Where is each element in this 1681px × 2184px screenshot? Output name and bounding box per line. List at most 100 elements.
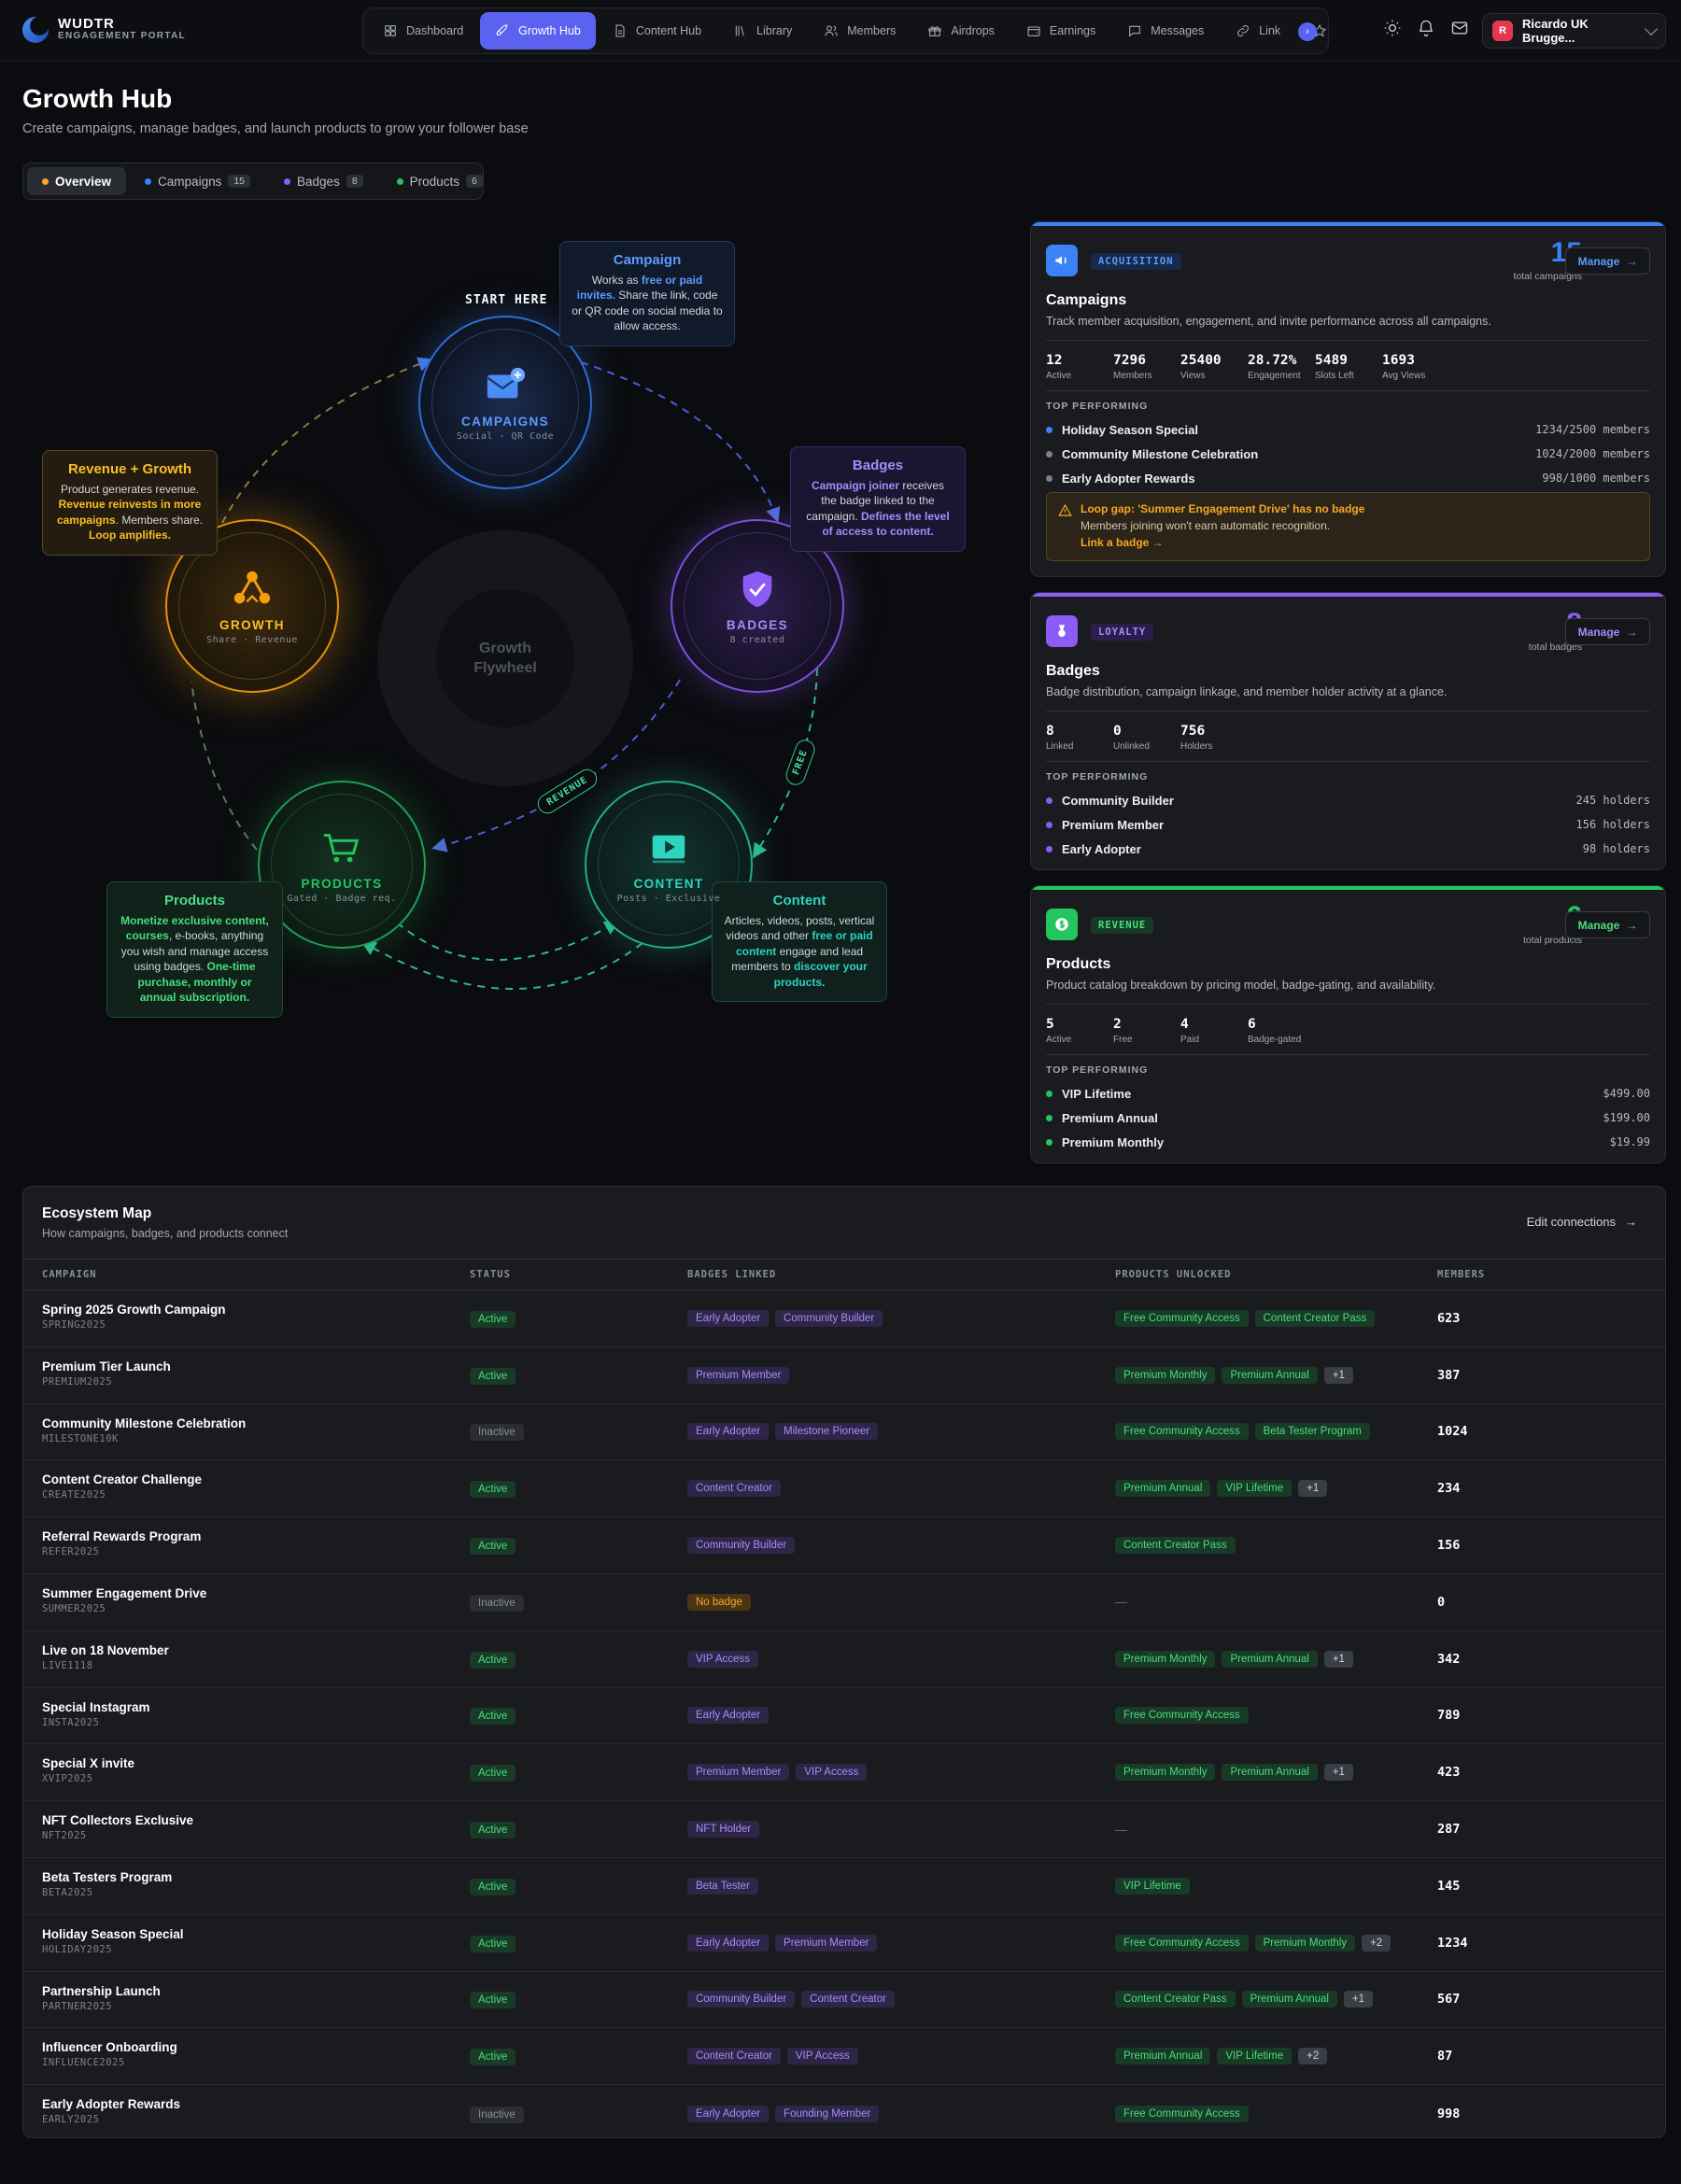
product-chip[interactable]: Premium Monthly xyxy=(1115,1650,1216,1668)
brand-logo[interactable]: WUDTR ENGAGEMENT PORTAL xyxy=(22,17,186,43)
no-badge-chip[interactable]: No badge xyxy=(687,1593,751,1611)
tab-campaigns[interactable]: Campaigns 15 xyxy=(130,167,265,195)
list-item[interactable]: Holiday Season Special 1234/2500 members xyxy=(1046,417,1650,442)
product-chip[interactable]: Premium Annual xyxy=(1241,1991,1337,2008)
product-chip[interactable]: Premium Monthly xyxy=(1115,1764,1216,1782)
badge-chip[interactable]: VIP Access xyxy=(786,2048,858,2065)
product-chip[interactable]: VIP Lifetime xyxy=(1217,1480,1293,1498)
badge-chip[interactable]: Early Adopter xyxy=(687,1934,770,1952)
tab-products[interactable]: Products 6 xyxy=(382,167,498,195)
product-chip[interactable]: Premium Monthly xyxy=(1254,1934,1356,1952)
product-chip[interactable]: Content Creator Pass xyxy=(1115,1537,1236,1555)
table-row[interactable]: Premium Tier Launch PREMIUM2025 Active Prem… xyxy=(23,1347,1665,1404)
manage-products-button[interactable]: Manage → xyxy=(1565,911,1650,938)
product-chip[interactable]: Premium Monthly xyxy=(1115,1366,1216,1384)
badge-chip[interactable]: Premium Member xyxy=(775,1934,878,1952)
nav-growth-hub[interactable]: Growth Hub xyxy=(480,12,596,49)
bell-icon[interactable] xyxy=(1417,19,1435,37)
table-row[interactable]: Partnership Launch PARTNER2025 Active Commu… xyxy=(23,1972,1665,2029)
table-row[interactable]: Content Creator Challenge CREATE2025 Activ… xyxy=(23,1460,1665,1518)
more-products-chip[interactable]: +2 xyxy=(1362,1934,1391,1952)
more-products-chip[interactable]: +1 xyxy=(1343,1991,1374,2008)
product-chip[interactable]: Free Community Access xyxy=(1115,2105,1249,2122)
product-chip[interactable]: Premium Annual xyxy=(1115,2048,1211,2065)
badge-chip[interactable]: Beta Tester xyxy=(687,1877,758,1895)
product-chip[interactable]: VIP Lifetime xyxy=(1217,2048,1293,2065)
nav-airdrops[interactable]: Airdrops xyxy=(912,12,1010,49)
table-row[interactable]: Beta Testers Program BETA2025 Active Beta T… xyxy=(23,1858,1665,1915)
badge-chip[interactable]: Early Adopter xyxy=(687,2105,770,2122)
table-row[interactable]: Special X invite XVIP2025 Active Premium Me… xyxy=(23,1744,1665,1802)
list-item[interactable]: Premium Monthly $19.99 xyxy=(1046,1130,1650,1154)
mail-icon[interactable] xyxy=(1450,19,1469,37)
badge-chip[interactable]: Premium Member xyxy=(687,1764,790,1782)
nav-dashboard[interactable]: Dashboard xyxy=(368,12,478,49)
badge-chip[interactable]: Early Adopter xyxy=(687,1707,770,1725)
product-chip[interactable]: Content Creator Pass xyxy=(1115,1991,1236,2008)
col-products[interactable]: PRODUCTS UNLOCKED xyxy=(1115,1269,1231,1280)
table-row[interactable]: Community Milestone Celebration MILESTONE… xyxy=(23,1404,1665,1461)
table-row[interactable]: Spring 2025 Growth Campaign SPRING2025 Act… xyxy=(23,1290,1665,1347)
tab-badges[interactable]: Badges 8 xyxy=(269,167,378,195)
tab-overview[interactable]: Overview xyxy=(27,167,127,195)
more-products-chip[interactable]: +1 xyxy=(1298,1480,1328,1498)
col-campaign[interactable]: CAMPAIGN xyxy=(42,1269,97,1280)
product-chip[interactable]: Content Creator Pass xyxy=(1254,1309,1376,1327)
badge-chip[interactable]: Early Adopter xyxy=(687,1423,770,1441)
product-chip[interactable]: Premium Annual xyxy=(1115,1480,1211,1498)
badge-chip[interactable]: VIP Access xyxy=(796,1764,868,1782)
nav-library[interactable]: Library xyxy=(718,12,807,49)
badge-chip[interactable]: Milestone Pioneer xyxy=(775,1423,879,1441)
nav-link[interactable]: Link xyxy=(1221,12,1295,49)
nav-earnings[interactable]: Earnings xyxy=(1011,12,1110,49)
list-item[interactable]: Community Milestone Celebration 1024/2000… xyxy=(1046,442,1650,466)
table-row[interactable]: Holiday Season Special HOLIDAY2025 Active E… xyxy=(23,1915,1665,1972)
product-chip[interactable]: Premium Annual xyxy=(1222,1764,1318,1782)
nav-content-hub[interactable]: Content Hub xyxy=(598,12,716,49)
product-chip[interactable]: Free Community Access xyxy=(1115,1309,1249,1327)
list-item[interactable]: Early Adopter 98 holders xyxy=(1046,837,1650,861)
list-item[interactable]: Community Builder 245 holders xyxy=(1046,788,1650,812)
more-products-chip[interactable]: +1 xyxy=(1323,1650,1353,1668)
col-status[interactable]: STATUS xyxy=(470,1269,511,1280)
table-row[interactable]: Referral Rewards Program REFER2025 Active C… xyxy=(23,1517,1665,1574)
product-chip[interactable]: Beta Tester Program xyxy=(1254,1423,1370,1441)
more-products-chip[interactable]: +1 xyxy=(1323,1764,1353,1782)
col-members[interactable]: MEMBERS xyxy=(1437,1269,1485,1280)
user-menu[interactable]: R Ricardo UK Brugge... xyxy=(1482,13,1666,49)
nav-scroll-right-icon[interactable]: › xyxy=(1298,22,1317,41)
nav-members[interactable]: Members xyxy=(809,12,911,49)
table-row[interactable]: Live on 18 November LIVE1118 Active VIP Acc… xyxy=(23,1631,1665,1688)
table-row[interactable]: Early Adopter Rewards EARLY2025 Inactive Ea… xyxy=(23,2085,1665,2137)
col-badges[interactable]: BADGES LINKED xyxy=(687,1269,776,1280)
product-chip[interactable]: Free Community Access xyxy=(1115,1707,1249,1725)
badge-chip[interactable]: Content Creator xyxy=(801,1991,895,2008)
table-row[interactable]: Influencer Onboarding INFLUENCE2025 Active… xyxy=(23,2028,1665,2086)
list-item[interactable]: Premium Member 156 holders xyxy=(1046,812,1650,837)
list-item[interactable]: Premium Annual $199.00 xyxy=(1046,1106,1650,1130)
products-node[interactable]: PRODUCTS Gated · Badge req. xyxy=(258,781,426,949)
product-chip[interactable]: VIP Lifetime xyxy=(1115,1877,1190,1895)
more-products-chip[interactable]: +2 xyxy=(1298,2048,1328,2065)
link-badge-link[interactable]: Link a badge → xyxy=(1081,534,1636,551)
theme-toggle-icon[interactable] xyxy=(1383,19,1402,37)
badge-chip[interactable]: VIP Access xyxy=(687,1650,758,1668)
badge-chip[interactable]: Community Builder xyxy=(687,1991,796,2008)
edit-connections-button[interactable]: Edit connections → xyxy=(1527,1215,1637,1229)
badge-chip[interactable]: NFT Holder xyxy=(687,1821,760,1839)
list-item[interactable]: VIP Lifetime $499.00 xyxy=(1046,1081,1650,1106)
manage-campaigns-button[interactable]: Manage → xyxy=(1565,247,1650,275)
badge-chip[interactable]: Content Creator xyxy=(687,2048,781,2065)
badge-chip[interactable]: Founding Member xyxy=(775,2105,880,2122)
badge-chip[interactable]: Content Creator xyxy=(687,1480,781,1498)
badge-chip[interactable]: Premium Member xyxy=(687,1366,790,1384)
table-row[interactable]: Summer Engagement Drive SUMMER2025 Inactiv… xyxy=(23,1574,1665,1631)
product-chip[interactable]: Free Community Access xyxy=(1115,1423,1249,1441)
more-products-chip[interactable]: +1 xyxy=(1323,1366,1353,1384)
product-chip[interactable]: Premium Annual xyxy=(1222,1650,1318,1668)
badge-chip[interactable]: Community Builder xyxy=(687,1537,796,1555)
product-chip[interactable]: Premium Annual xyxy=(1222,1366,1318,1384)
manage-badges-button[interactable]: Manage → xyxy=(1565,618,1650,645)
product-chip[interactable]: Free Community Access xyxy=(1115,1934,1249,1952)
list-item[interactable]: Early Adopter Rewards 998/1000 members xyxy=(1046,466,1650,490)
